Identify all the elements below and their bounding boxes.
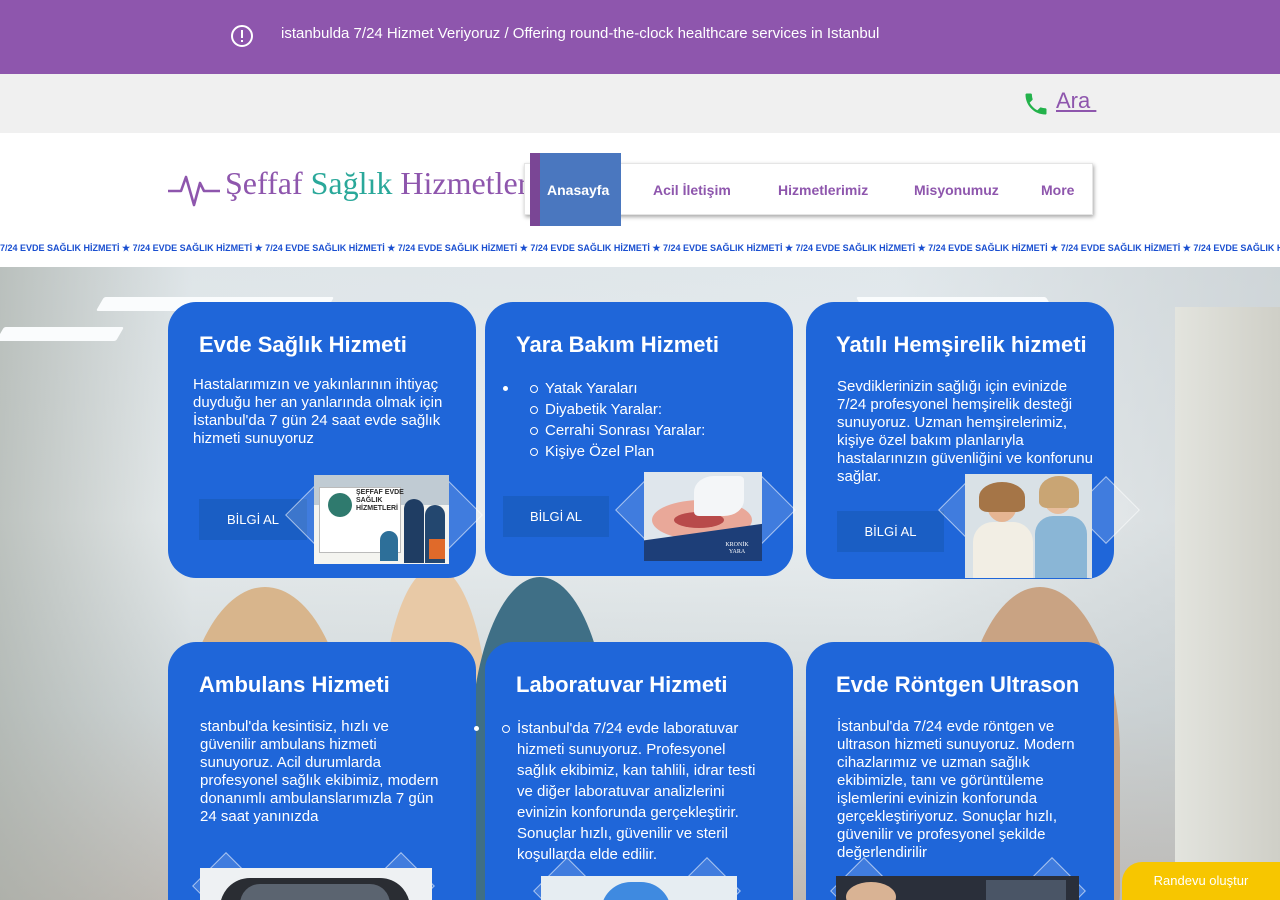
list-bullet: [474, 726, 479, 731]
info-button[interactable]: BİLGİ AL: [503, 496, 609, 537]
list-item: Cerrahi Sonrası Yaralar:: [529, 422, 706, 439]
main-nav: Anasayfa Acil İletişim Hizmetlerimiz Mis…: [524, 153, 1093, 226]
nav-item-more[interactable]: More: [1041, 164, 1074, 216]
ceiling-light: [0, 327, 125, 341]
service-card-ambulans: Ambulans Hizmeti stanbul'da kesintisiz, …: [168, 642, 476, 900]
marquee-strip: 7/24 EVDE SAĞLIK HİZMETİ ★ 7/24 EVDE SAĞ…: [0, 237, 1280, 267]
nav-item-hizmetlerimiz[interactable]: Hizmetlerimiz: [778, 164, 868, 216]
card-text: Hastalarımızın ve yakınlarının ihtiyaç d…: [193, 376, 443, 447]
list-item: Diyabetik Yaralar:: [529, 399, 705, 420]
hero-wall: [1175, 307, 1280, 900]
logo-word-3: Hizmetleri: [400, 165, 538, 201]
marquee-text: 7/24 EVDE SAĞLIK HİZMETİ ★ 7/24 EVDE SAĞ…: [0, 243, 1280, 253]
alert-circle-icon: [231, 25, 253, 47]
card-title: Evde Sağlık Hizmeti: [199, 332, 407, 357]
service-card-evde-rontgen: Evde Röntgen Ultrason İstanbul'da 7/24 e…: [806, 642, 1114, 900]
service-image-ambulance: [200, 868, 432, 900]
list-item: Kişiye Özel Plan: [529, 441, 705, 462]
call-bar: Ara: [0, 74, 1280, 133]
list-item: Yatak Yaraları: [529, 378, 705, 399]
service-image-xray: [836, 876, 1079, 900]
service-card-yatili-hemsirelik: Yatılı Hemşirelik hizmeti Sevdiklerinizi…: [806, 302, 1140, 579]
card-title: Yara Bakım Hizmeti: [516, 332, 719, 357]
card-list: Yatak Yaraları Diyabetik Yaralar: Cerrah…: [529, 378, 706, 462]
card-title: Yatılı Hemşirelik hizmeti: [836, 332, 1087, 357]
appointment-button[interactable]: Randevu oluştur: [1122, 862, 1280, 900]
logo-word-1: Şeffaf: [225, 165, 303, 201]
card-title: Laboratuvar Hizmeti: [516, 672, 728, 697]
logo-text: Şeffaf Sağlık Hizmetleri: [225, 165, 537, 202]
nav-item-misyonumuz[interactable]: Misyonumuz: [914, 164, 999, 216]
list-item: İstanbul'da 7/24 evde laboratuvar hizmet…: [502, 718, 767, 865]
heartbeat-icon: [168, 175, 220, 207]
card-title: Evde Röntgen Ultrason: [836, 672, 1080, 697]
nav-item-acil-iletisim[interactable]: Acil İletişim: [653, 164, 731, 216]
service-image-van: ŞEFFAF EVDE SAĞLIK HİZMETLERİ: [314, 475, 449, 564]
site-header: Şeffaf Sağlık Hizmetleri Anasayfa Acil İ…: [0, 133, 1280, 237]
logo-word-2: Sağlık: [310, 165, 393, 201]
phone-icon[interactable]: [1022, 90, 1050, 118]
announcement-bar: istanbulda 7/24 Hizmet Veriyoruz / Offer…: [0, 0, 1280, 74]
list-bullet: [503, 386, 508, 391]
service-card-evde-saglik: Evde Sağlık Hizmeti Hastalarımızın ve ya…: [168, 302, 483, 578]
info-button[interactable]: BİLGİ AL: [837, 511, 944, 552]
card-text: Sevdiklerinizin sağlığı için evinizde 7/…: [837, 378, 1093, 485]
service-image-lab: [541, 876, 737, 900]
card-text: stanbul'da kesintisiz, hızlı ve güvenili…: [200, 718, 439, 825]
call-link[interactable]: Ara: [1056, 88, 1096, 114]
service-image-nurse: [965, 474, 1092, 578]
card-list: İstanbul'da 7/24 evde laboratuvar hizmet…: [502, 718, 767, 865]
card-title: Ambulans Hizmeti: [199, 672, 390, 697]
service-image-wound: KRONİK YARA: [644, 472, 762, 561]
site-logo[interactable]: Şeffaf Sağlık Hizmetleri: [167, 165, 537, 211]
service-card-laboratuvar: Laboratuvar Hizmeti İstanbul'da 7/24 evd…: [474, 642, 793, 900]
nav-item-anasayfa[interactable]: Anasayfa: [547, 164, 609, 216]
van-label: ŞEFFAF EVDE SAĞLIK HİZMETLERİ: [356, 489, 404, 512]
card-text: İstanbul'da 7/24 evde röntgen ve ultraso…: [837, 718, 1075, 861]
service-card-yara-bakim: Yara Bakım Hizmeti Yatak Yaraları Diyabe…: [485, 302, 796, 576]
announcement-text: istanbulda 7/24 Hizmet Veriyoruz / Offer…: [281, 25, 880, 42]
wound-label: KRONİK YARA: [725, 542, 749, 555]
